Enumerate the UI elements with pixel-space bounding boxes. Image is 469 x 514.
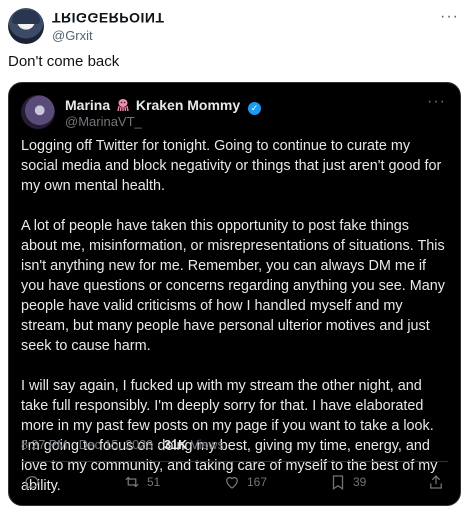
quoted-name-part1: Marina (65, 97, 111, 113)
avatar[interactable] (8, 8, 44, 44)
quoted-display-name[interactable]: Marina Kraken Mommy ✓ (65, 97, 262, 115)
paragraph: Logging off Twitter for tonight. Going t… (21, 138, 442, 194)
like-button[interactable]: 167 (223, 473, 267, 491)
outer-display-name[interactable]: TRIGGERPOINT (52, 10, 165, 26)
retweet-count: 51 (147, 475, 161, 489)
retweet-icon (125, 476, 139, 488)
heart-icon (226, 476, 238, 489)
bookmark-button[interactable]: 39 (329, 473, 366, 491)
tweet-time[interactable]: 8:27 PM (21, 438, 68, 452)
action-bar: 51 167 39 (9, 473, 460, 493)
quoted-handle[interactable]: @MarinaVT_ (65, 114, 142, 129)
quoted-avatar[interactable] (21, 95, 55, 129)
outer-tweet-header: TRIGGERPOINT @Grxit ··· (8, 8, 461, 44)
more-horizontal-icon[interactable]: ··· (427, 93, 446, 111)
retweet-button[interactable]: 51 (123, 473, 160, 491)
views-label: Views (190, 438, 224, 452)
quoted-name-part2: Kraken Mommy (135, 97, 241, 113)
tweet-date[interactable]: Dec 15, 2023 (79, 438, 153, 452)
share-button[interactable] (427, 473, 445, 491)
more-horizontal-icon[interactable]: ··· (440, 8, 459, 26)
reply-button[interactable] (23, 473, 47, 491)
reply-icon (24, 476, 39, 491)
outer-handle[interactable]: @Grxit (52, 28, 93, 43)
views-count: 31K (164, 438, 188, 452)
octopus-icon (117, 99, 129, 112)
outer-tweet-text: Don't come back (8, 53, 120, 70)
verified-badge-icon: ✓ (248, 102, 262, 115)
bookmark-count: 39 (353, 475, 367, 489)
paragraph: A lot of people have taken this opportun… (21, 218, 445, 354)
divider (21, 461, 448, 462)
share-icon (430, 475, 442, 489)
quoted-tweet-card[interactable]: Marina Kraken Mommy ✓ @MarinaVT_ ··· Log… (8, 82, 461, 506)
like-count: 167 (247, 475, 268, 489)
bookmark-icon (332, 475, 344, 490)
tweet-meta: 8:27 PM · Dec 15, 2023 · 31K Views (21, 438, 224, 452)
